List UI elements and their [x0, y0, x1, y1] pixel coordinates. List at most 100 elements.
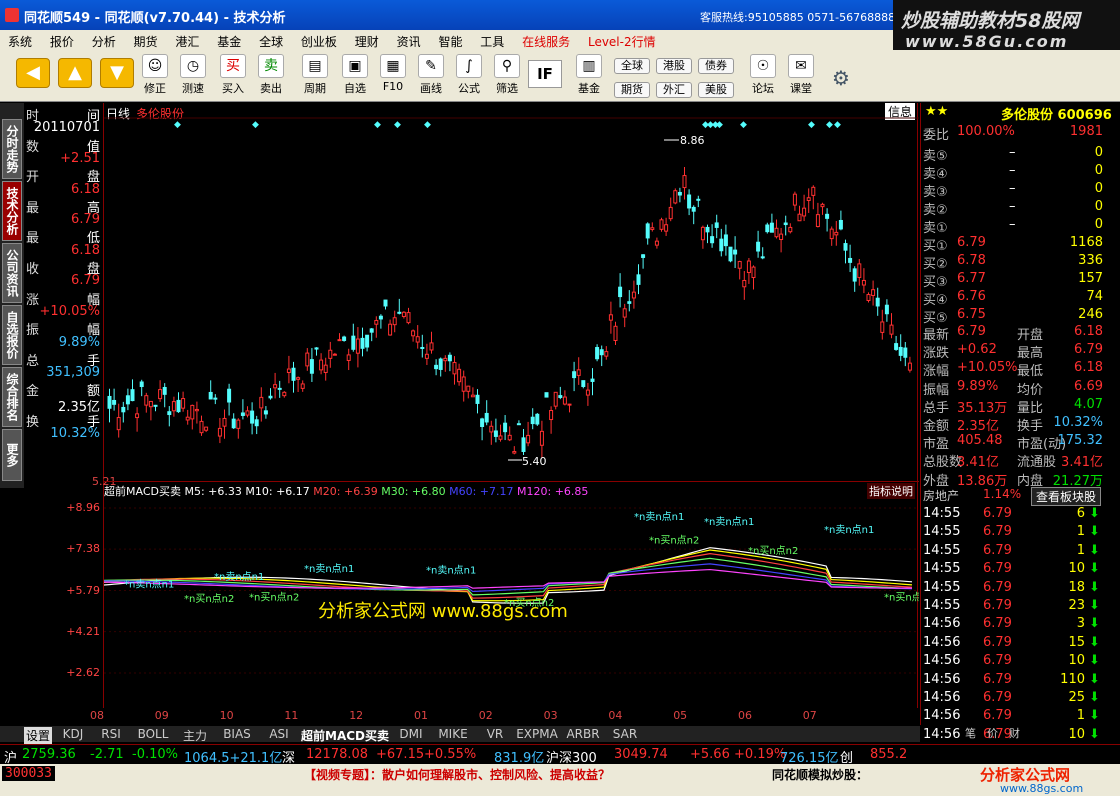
candle-body [576, 369, 581, 376]
candle-body [245, 410, 250, 416]
indicator-tab-1[interactable]: KDJ [56, 727, 90, 741]
sector-button[interactable]: 查看板块股 [1031, 487, 1102, 506]
candle-body [544, 392, 549, 398]
small-tab-trades[interactable]: 笔 [965, 725, 976, 741]
quote-panel: ★★ 多伦股份 600696 委比 100.00% 1981 卖⑤ –0 卖④ –0 卖③ –0… [920, 103, 1120, 742]
indicator-tab-8[interactable]: DMI [394, 727, 428, 741]
sell-button[interactable]: 卖卖出 [252, 54, 290, 100]
pill-hk[interactable]: 港股 [656, 58, 692, 74]
menu-quotes[interactable]: 报价 [42, 30, 80, 50]
down-arrow-icon: ⬇ [1089, 598, 1100, 613]
weibi-row: 委比 100.00% 1981 [921, 123, 1120, 143]
candle-body [848, 257, 853, 263]
tab-watch-quotes[interactable]: 自选报价 [2, 305, 22, 365]
if-futures-icon[interactable]: IF [528, 60, 562, 88]
indicator-tab-7[interactable]: 超前MACD买卖 [300, 727, 390, 744]
menu-smart[interactable]: 智能 [430, 30, 468, 50]
indicator-tab-4[interactable]: 主力 [178, 727, 212, 744]
tick-row: 14:55 6.79 6 ⬇ [921, 505, 1120, 523]
speed-test-button[interactable]: ◷ 测速 [174, 54, 212, 100]
indicator-tab-6[interactable]: ASI [262, 727, 296, 741]
candle-body [181, 398, 186, 409]
indicator-tab-12[interactable]: ARBR [562, 727, 604, 741]
indicator-tab-3[interactable]: BOLL [132, 727, 174, 741]
candle-body [884, 304, 889, 315]
up-arrow-icon[interactable]: ▲ [58, 58, 92, 88]
formula-button[interactable]: ∫ 公式 [450, 54, 488, 100]
candle-body [705, 226, 710, 233]
tab-ranking[interactable]: 综合排名 [2, 367, 22, 427]
buy-button[interactable]: 买买入 [214, 54, 252, 100]
pill-futures[interactable]: 期货 [614, 82, 650, 98]
menu-online[interactable]: 在线服务 [514, 30, 576, 50]
candle-body [323, 364, 328, 374]
candle-body [171, 401, 176, 412]
tick-time: 14:56 [923, 634, 961, 650]
indicator-explain-button[interactable]: 指标说明 [867, 483, 915, 499]
back-arrow-icon[interactable]: ◀ [16, 58, 50, 88]
sell-vol: 0 [1094, 181, 1103, 196]
menu-level2[interactable]: Level-2行情 [580, 30, 662, 50]
tab-company-info[interactable]: 公司资讯 [2, 243, 22, 303]
f10-button[interactable]: ▦ F10 [374, 54, 412, 100]
chart-area[interactable]: 日线 多伦股份 信息 ◆◆◆◆◆◆◆◆◆◆◆◆◆◆8.865.40 5.21 超… [66, 103, 919, 722]
down-arrow-icon[interactable]: ▼ [100, 58, 134, 88]
sh-pct: -0.10% [132, 747, 178, 762]
stat-label: 流通股 [1017, 455, 1057, 471]
stat-label: 开盘 [1017, 328, 1044, 343]
small-tab-finance[interactable]: 财 [1009, 725, 1020, 741]
small-tab-price[interactable]: 价 [987, 725, 998, 741]
news-link[interactable]: 【视频专题】：散户如何理解股市、控制风险、提高收益？ [304, 766, 610, 783]
gear-icon[interactable]: ⚙ [832, 66, 850, 90]
low-price-label: 5.40 [522, 455, 547, 468]
sim-trading-label[interactable]: 同花顺模拟炒股： [772, 766, 868, 783]
menu-gem[interactable]: 创业板 [293, 30, 343, 50]
tick-price: 6.79 [983, 671, 1012, 687]
tab-intraday[interactable]: 分时走势 [2, 119, 22, 179]
menu-tools[interactable]: 工具 [472, 30, 510, 50]
candle-body [254, 419, 259, 427]
class-button[interactable]: ✉ 课堂 [782, 54, 820, 100]
menu-fund[interactable]: 基金 [209, 30, 247, 50]
fix-button[interactable]: ☺ 修正 [136, 54, 174, 100]
draw-line-button[interactable]: ✎ 画线 [412, 54, 450, 100]
menu-futures[interactable]: 期货 [126, 30, 164, 50]
candle-body [875, 297, 880, 307]
candle-body [342, 336, 347, 341]
indicator-tab-13[interactable]: SAR [608, 727, 642, 741]
menu-global[interactable]: 全球 [251, 30, 289, 50]
indicator-tab-5[interactable]: BIAS [216, 727, 258, 741]
candle-body [562, 396, 567, 405]
menu-finance[interactable]: 理财 [347, 30, 385, 50]
watchlist-button[interactable]: ▣ 自选 [336, 54, 374, 100]
menu-analysis[interactable]: 分析 [84, 30, 122, 50]
tick-vol: 18 [1068, 579, 1085, 595]
menu-hk[interactable]: 港汇 [167, 30, 205, 50]
indicator-tab-10[interactable]: VR [478, 727, 512, 741]
pill-global[interactable]: 全球 [614, 58, 650, 74]
tab-technical[interactable]: 技术分析 [2, 181, 22, 241]
tab-more[interactable]: 更多 [2, 429, 22, 481]
period-button[interactable]: ▤ 周期 [296, 54, 334, 100]
candle-body [595, 347, 600, 360]
candle-body [332, 353, 337, 356]
indicator-tab-11[interactable]: EXPMA [516, 727, 558, 741]
window-title: 同花顺549 - 同花顺(v7.70.44) - 技术分析 [24, 11, 286, 26]
weibi-diff: 1981 [1069, 124, 1103, 139]
pill-us[interactable]: 美股 [698, 82, 734, 98]
pill-forex[interactable]: 外汇 [656, 82, 692, 98]
stat-row: 外盘 13.86万 内盘 21.27万 [921, 469, 1120, 489]
indicator-tab-2[interactable]: RSI [94, 727, 128, 741]
menu-news[interactable]: 资讯 [389, 30, 427, 50]
filter-icon: ⚲ [494, 54, 520, 78]
pill-bond[interactable]: 债券 [698, 58, 734, 74]
indicator-tab-9[interactable]: MIKE [432, 727, 474, 741]
indicator-tab-0[interactable]: 设置 [24, 727, 52, 744]
signal-marker: ◆ [424, 120, 431, 130]
stat-row: 金额 2.35亿 换手 10.32% [921, 414, 1120, 434]
forum-button[interactable]: ☉ 论坛 [744, 54, 782, 100]
fund-button[interactable]: ▥ 基金 [570, 54, 608, 100]
screen-button[interactable]: ⚲ 筛选 [488, 54, 526, 100]
candle-body [700, 226, 705, 241]
menu-system[interactable]: 系统 [0, 30, 38, 50]
